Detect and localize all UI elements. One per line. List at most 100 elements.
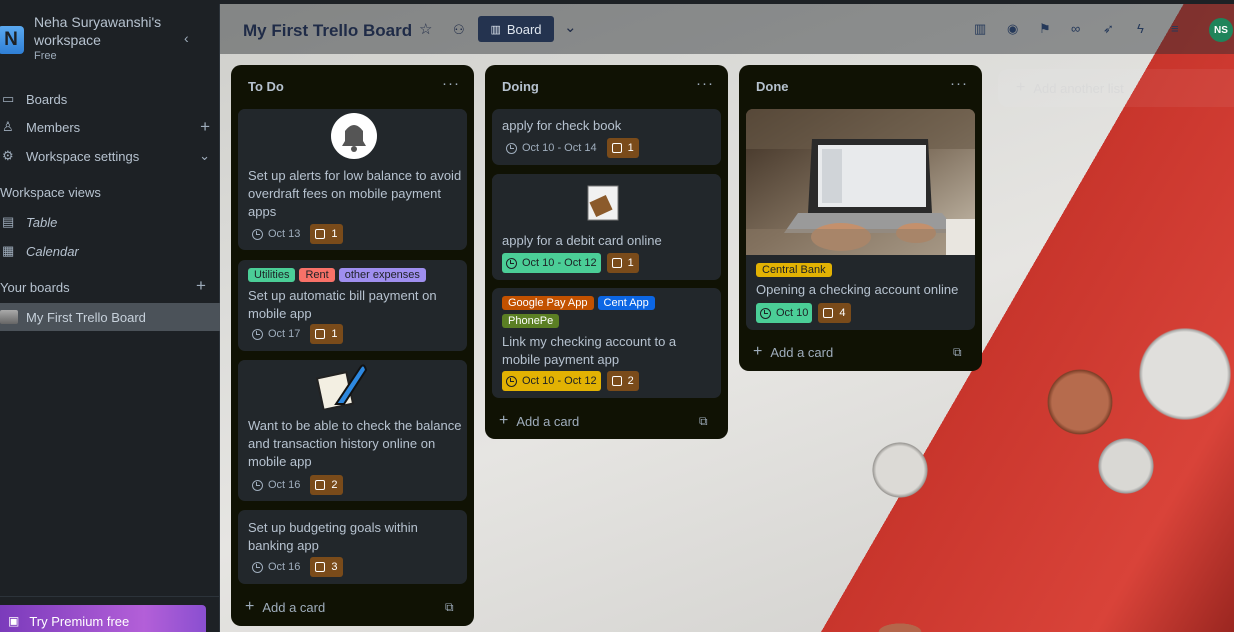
card[interactable]: Utilities Rent other expenses Set up aut…	[238, 260, 467, 351]
board-view-button[interactable]: ▥ Board	[478, 16, 554, 42]
checklist-badge: 2	[606, 371, 639, 391]
label-chip[interactable]: Utilities	[248, 268, 296, 282]
checklist-count: 4	[839, 307, 846, 319]
checklist-icon	[315, 329, 326, 339]
calendar-icon: ▦	[2, 243, 15, 258]
sidebar-item-settings[interactable]: ⚙ Workspace settings ⌄	[0, 143, 220, 169]
premium-label: Try Premium free	[29, 613, 130, 629]
add-board-icon[interactable]: +	[196, 276, 206, 296]
list-menu-icon[interactable]: ···	[442, 75, 460, 92]
card-title: Link my checking account to a mobile pay…	[502, 334, 677, 367]
card-badges: Oct 10 4	[756, 303, 851, 323]
clock-icon	[252, 228, 263, 240]
link-icon[interactable]: ∞	[1071, 21, 1080, 36]
template-icon[interactable]: ⧉	[953, 345, 962, 360]
your-boards-label: Your boards	[0, 280, 70, 295]
chevron-left-icon[interactable]: ‹	[184, 30, 189, 46]
card-cover	[492, 174, 721, 224]
quill-paper-icon	[315, 364, 368, 411]
due-date-badge[interactable]: Oct 16	[248, 557, 304, 577]
card[interactable]: Google Pay App Cent App PhonePe Link my …	[492, 288, 721, 398]
visibility-icon[interactable]: ⚇	[453, 22, 465, 38]
due-date-badge[interactable]: Oct 13	[248, 224, 304, 244]
card-title: apply for check book	[502, 118, 622, 133]
workspace-logo: N	[0, 26, 24, 54]
plus-icon: +	[499, 412, 509, 429]
template-icon[interactable]: ⧉	[445, 600, 454, 615]
card[interactable]: apply for a debit card online Oct 10 - O…	[492, 174, 721, 280]
card-badges: Oct 10 - Oct 12 1	[502, 253, 639, 273]
chevron-down-icon[interactable]: ⌄	[564, 18, 577, 36]
list-done: Done ··· Central Bank Opening a checking…	[739, 65, 982, 371]
dashboard-icon[interactable]: ▥	[974, 21, 986, 37]
due-date-badge[interactable]: Oct 17	[248, 324, 304, 344]
sidebar-board-label: My First Trello Board	[26, 309, 146, 325]
checklist-icon	[315, 562, 326, 572]
add-card-button[interactable]: + Add a card	[753, 343, 833, 361]
board-view-label: Board	[506, 21, 542, 37]
add-card-button[interactable]: + Add a card	[245, 598, 325, 616]
automation-icon[interactable]: ϟ	[1137, 21, 1144, 36]
list-title[interactable]: To Do	[248, 79, 284, 94]
checklist-icon	[315, 480, 326, 490]
plus-icon: +	[1016, 79, 1026, 96]
list-menu-icon[interactable]: ···	[950, 75, 968, 92]
add-card-button[interactable]: + Add a card	[499, 412, 579, 430]
due-date-badge[interactable]: Oct 10 - Oct 12	[502, 253, 601, 273]
checklist-badge: 2	[310, 475, 343, 495]
sidebar-item-calendar[interactable]: ▦ Calendar	[0, 238, 220, 264]
due-date-badge[interactable]: Oct 16	[248, 475, 304, 495]
sidebar-item-boards[interactable]: ▭ Boards	[0, 86, 220, 112]
rocket-icon[interactable]: ➶	[1103, 21, 1114, 37]
template-icon[interactable]: ⧉	[699, 414, 708, 429]
list-title[interactable]: Done	[756, 79, 789, 94]
board-view-icon: ▥	[490, 23, 501, 36]
checklist-count: 1	[331, 228, 338, 240]
card-labels: Central Bank	[756, 263, 970, 277]
divider	[0, 596, 220, 597]
label-chip[interactable]: Cent App	[597, 296, 655, 310]
avatar[interactable]: NS	[1209, 18, 1233, 42]
card[interactable]: Central Bank Opening a checking account …	[746, 109, 975, 330]
due-date-badge[interactable]: Oct 10 - Oct 12	[502, 371, 601, 391]
card-badges: Oct 10 - Oct 14 1	[502, 138, 639, 158]
add-card-label: Add a card	[516, 413, 580, 429]
label-chip[interactable]: Google Pay App	[502, 296, 594, 310]
card-cover	[238, 360, 467, 411]
card-cover	[238, 109, 467, 159]
checklist-badge: 1	[310, 324, 343, 344]
add-list-button[interactable]: + Add another list	[998, 69, 1234, 107]
board-title[interactable]: My First Trello Board	[243, 21, 412, 41]
label-chip[interactable]: Central Bank	[756, 263, 832, 277]
star-icon[interactable]: ☆	[419, 20, 432, 38]
label-chip[interactable]: PhonePe	[502, 314, 560, 328]
due-date-badge[interactable]: Oct 10	[756, 303, 813, 323]
checklist-count: 3	[331, 561, 338, 573]
sidebar-item-members[interactable]: ♙ Members +	[0, 114, 220, 140]
power-up-icon[interactable]: ◉	[1007, 21, 1018, 37]
sidebar-board-link[interactable]: My First Trello Board	[0, 303, 220, 331]
chevron-down-icon[interactable]: ⌄	[199, 148, 210, 164]
list-title[interactable]: Doing	[502, 79, 539, 94]
sidebar-item-label: Boards	[26, 91, 68, 107]
card[interactable]: Set up budgeting goals within banking ap…	[238, 510, 467, 584]
label-chip[interactable]: other expenses	[338, 268, 426, 282]
due-date: Oct 10 - Oct 12	[522, 375, 597, 387]
clock-icon	[252, 561, 263, 573]
flag-icon[interactable]: ⚑	[1039, 21, 1051, 37]
due-date-badge[interactable]: Oct 10 - Oct 14	[502, 138, 601, 158]
sidebar-item-table[interactable]: ▤ Table	[0, 209, 220, 235]
checklist-count: 2	[627, 375, 634, 387]
workspace-header[interactable]: N Neha Suryawanshi's workspace Free ‹	[0, 4, 219, 64]
label-chip[interactable]: Rent	[299, 268, 335, 282]
checklist-icon	[823, 308, 834, 318]
add-member-icon[interactable]: +	[200, 117, 210, 137]
card[interactable]: Set up alerts for low balance to avoid o…	[238, 109, 467, 250]
try-premium-button[interactable]: ▣ Try Premium free	[0, 605, 206, 632]
card[interactable]: Want to be able to check the balance and…	[238, 360, 467, 501]
card[interactable]: apply for check book Oct 10 - Oct 14 1	[492, 109, 721, 165]
checklist-icon	[611, 258, 622, 268]
list-menu-icon[interactable]: ···	[696, 75, 714, 92]
filter-icon[interactable]: ≡	[1171, 21, 1179, 36]
list-todo: To Do ··· Set up alerts for low balance …	[231, 65, 474, 626]
